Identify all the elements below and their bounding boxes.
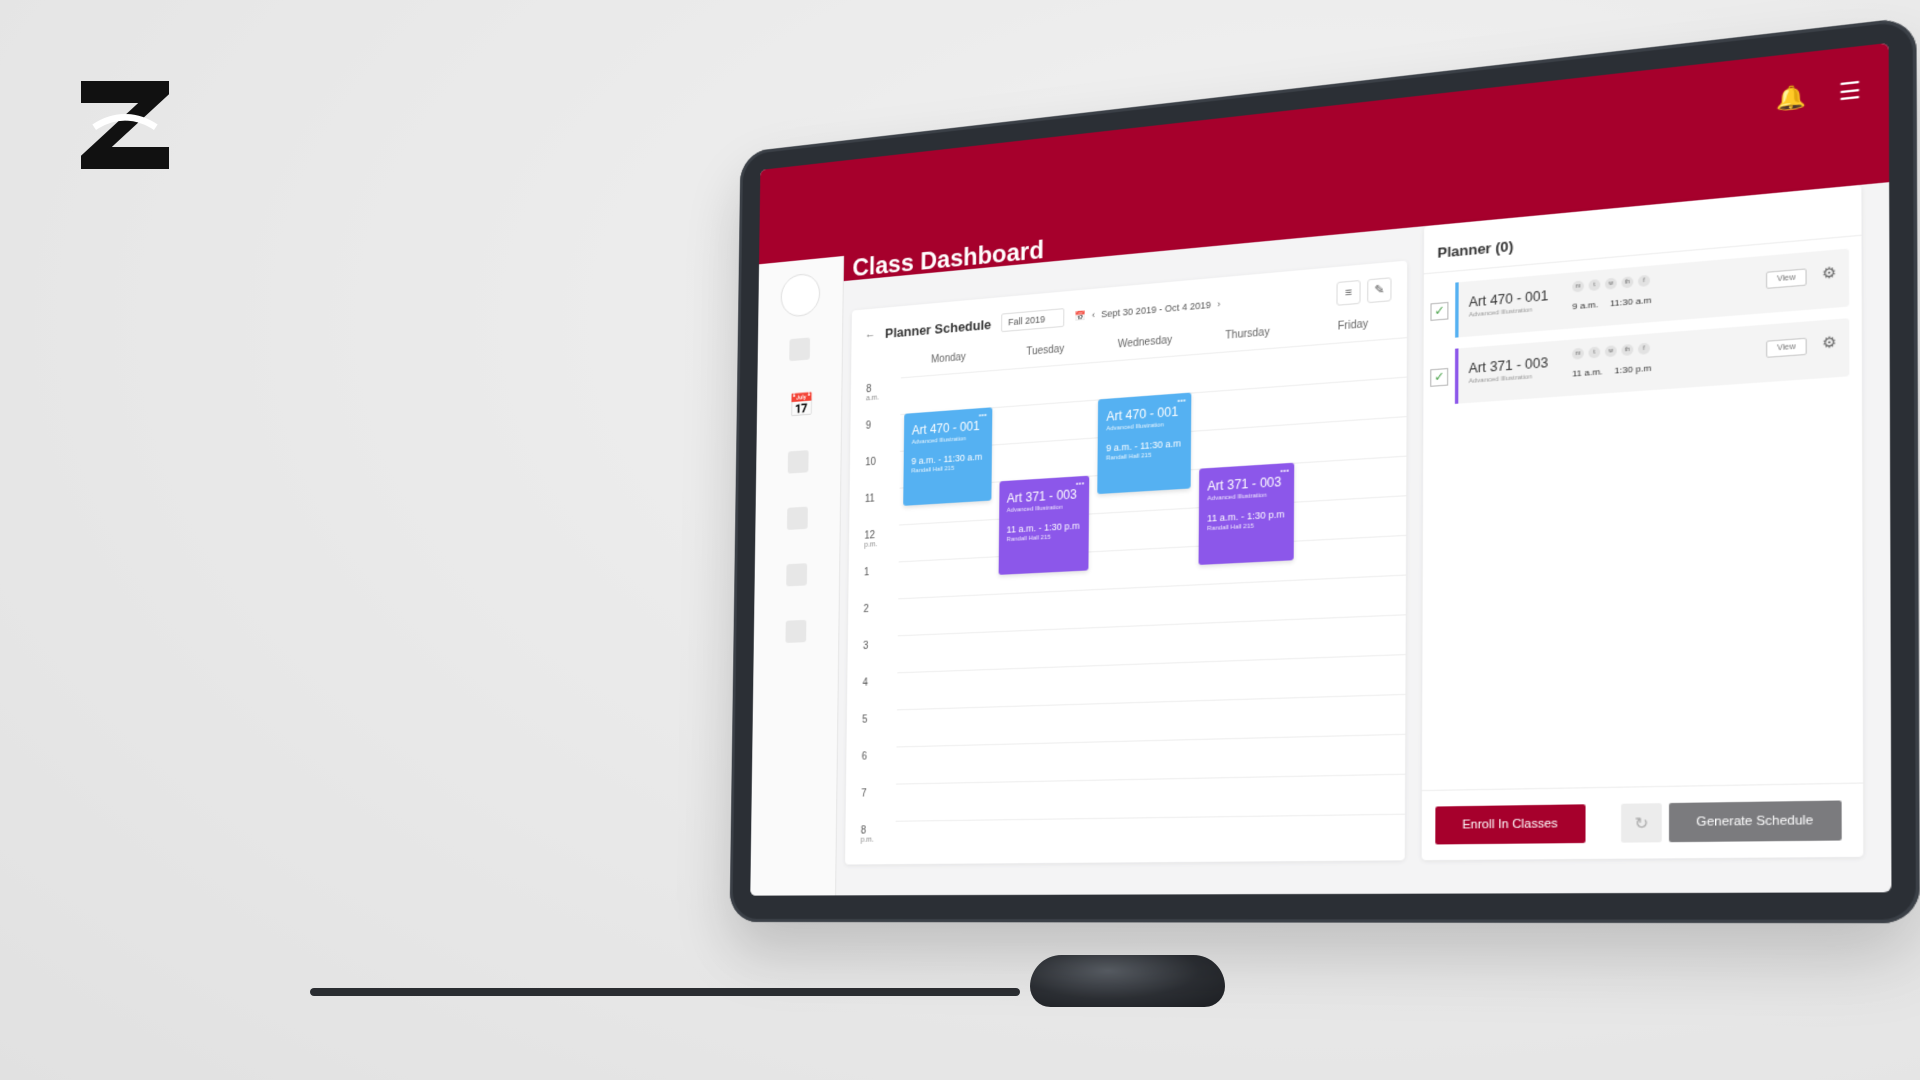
app-screen: 🔔 ☰ Class Dashboard 📅 ← Planner Schedule… <box>750 43 1891 896</box>
day-chip: f <box>1638 343 1650 355</box>
grid-line <box>897 694 1405 711</box>
event-code: Art 371 - 003 <box>1207 474 1286 494</box>
view-button[interactable]: View <box>1766 268 1807 289</box>
grid-line <box>897 734 1406 748</box>
prev-week-icon[interactable]: ‹ <box>1092 310 1095 321</box>
avatar[interactable] <box>781 272 821 318</box>
refresh-icon[interactable]: ↻ <box>1621 803 1662 843</box>
day-header-monday: Monday <box>901 349 997 368</box>
more-options-icon[interactable]: ••• <box>979 410 987 420</box>
date-range: 📅 ‹ Sept 30 2019 - Oct 4 2019 › <box>1074 298 1220 322</box>
planner-item-end: 1:30 p.m <box>1614 363 1651 376</box>
planner-list: ✓ Art 470 - 001 Advanced Illustration m t w th… <box>1423 247 1862 406</box>
menu-icon[interactable]: ☰ <box>1839 76 1862 107</box>
planner-schedule-card: ← Planner Schedule Fall 2019 📅 ‹ Sept 30… <box>845 261 1407 865</box>
class-event-card[interactable]: ••• Art 470 - 001 Advanced Illustration 9 a… <box>903 407 992 506</box>
hour-label: 7 <box>861 788 866 799</box>
sidebar-item-5[interactable] <box>786 563 807 586</box>
day-header-tuesday: Tuesday <box>996 341 1094 360</box>
class-event-card[interactable]: ••• Art 470 - 001 Advanced Illustration 9 a… <box>1097 393 1191 495</box>
grid-line <box>896 814 1405 822</box>
hour-column: 8 a.m. 9 10 11 12 p.m. 1 2 3 4 5 6 7 8 p.m. <box>845 378 897 865</box>
event-code: Art 371 - 003 <box>1007 487 1081 506</box>
monitor-stand-bar <box>310 988 1020 996</box>
grid-line <box>898 614 1406 636</box>
next-week-icon[interactable]: › <box>1217 299 1220 310</box>
day-chip: w <box>1605 345 1617 357</box>
planner-item-days: m t w th f <box>1572 343 1650 360</box>
planner-item-days: m t w th f <box>1572 275 1650 293</box>
planner-item-code: Art 371 - 003 <box>1469 355 1549 376</box>
day-header-wednesday: Wednesday <box>1095 333 1196 353</box>
edit-icon[interactable]: ✎ <box>1367 277 1391 303</box>
planner-item-color-bar <box>1455 348 1459 403</box>
event-room: Randall Hall 215 <box>1006 533 1080 543</box>
monitor-stand-base <box>1030 955 1225 1007</box>
planner-item-code: Art 470 - 001 <box>1469 288 1549 310</box>
sidebar-item-4[interactable] <box>787 507 808 530</box>
hour-label: 2 <box>863 604 868 615</box>
generate-schedule-button[interactable]: Generate Schedule <box>1669 800 1842 842</box>
planner-item-end: 11:30 a.m <box>1610 295 1651 309</box>
planner-item-times: 9 a.m. 11:30 a.m <box>1572 295 1651 312</box>
enroll-button[interactable]: Enroll In Classes <box>1435 804 1585 844</box>
day-chip: th <box>1621 344 1633 356</box>
list-view-icon[interactable]: ≡ <box>1336 280 1360 306</box>
hour-label: 11 <box>865 493 875 505</box>
sidebar-item-3[interactable] <box>788 450 809 474</box>
more-options-icon[interactable]: ••• <box>1280 465 1289 475</box>
day-chip: m <box>1572 280 1584 292</box>
sidebar-item-home[interactable] <box>789 337 810 361</box>
date-range-text: Sept 30 2019 - Oct 4 2019 <box>1101 299 1211 319</box>
planner-item-color-bar <box>1455 282 1459 337</box>
view-button[interactable]: View <box>1766 338 1807 358</box>
hour-label: 12 p.m. <box>864 530 877 549</box>
grid-line <box>897 654 1405 673</box>
calendar-small-icon[interactable]: 📅 <box>1074 310 1085 322</box>
more-options-icon[interactable]: ••• <box>1076 478 1085 488</box>
hour-label: 3 <box>863 641 868 652</box>
planner-item-checkbox[interactable]: ✓ <box>1430 368 1448 387</box>
hour-label: 1 <box>864 567 869 578</box>
planner-item-start: 11 a.m. <box>1572 367 1603 379</box>
planner-item-checkbox[interactable]: ✓ <box>1430 302 1448 321</box>
class-event-card[interactable]: ••• Art 371 - 003 Advanced Illustration 11 … <box>1198 463 1294 565</box>
hour-label: 4 <box>863 677 868 688</box>
planner-item-start: 9 a.m. <box>1572 299 1598 311</box>
calendar-icon[interactable]: 📅 <box>788 394 809 418</box>
day-chip: m <box>1572 348 1584 360</box>
hour-label: 5 <box>862 714 867 725</box>
day-header-friday: Friday <box>1300 315 1407 336</box>
term-select[interactable]: Fall 2019 <box>1001 308 1064 332</box>
more-options-icon[interactable]: ••• <box>1177 395 1186 405</box>
sidebar-item-6[interactable] <box>785 620 806 643</box>
schedule-grid: ••• Art 470 - 001 Advanced Illustration 9 a… <box>895 337 1407 864</box>
class-event-card[interactable]: ••• Art 371 - 003 Advanced Illustration 11 … <box>998 476 1089 575</box>
event-room: Randall Hall 215 <box>1207 522 1286 533</box>
planner-item-times: 11 a.m. 1:30 p.m <box>1572 363 1651 379</box>
day-chip: t <box>1588 346 1600 358</box>
hour-label: 10 <box>865 457 876 469</box>
planner-panel: Planner (0) ✓ Art 470 - 001 Advanced Illus… <box>1422 185 1864 860</box>
bell-icon[interactable]: 🔔 <box>1776 82 1807 114</box>
schedule-label: Planner Schedule <box>885 316 991 341</box>
day-chip: t <box>1589 279 1601 291</box>
gear-icon[interactable]: ⚙ <box>1822 263 1837 283</box>
hour-label: 8 a.m. <box>866 383 879 402</box>
grid-line <box>899 535 1406 563</box>
planner-footer: Enroll In Classes ↻ Generate Schedule <box>1422 782 1864 860</box>
sidebar: 📅 <box>750 256 844 896</box>
grid-line <box>898 575 1406 600</box>
back-arrow-icon[interactable]: ← <box>865 328 876 341</box>
day-header-thursday: Thursday <box>1196 324 1300 344</box>
hour-label: 9 <box>866 420 871 432</box>
day-chip: f <box>1638 275 1650 287</box>
day-chip: th <box>1622 276 1634 288</box>
grid-line <box>896 774 1405 785</box>
monitor: 🔔 ☰ Class Dashboard 📅 ← Planner Schedule… <box>730 16 1920 923</box>
hour-label: 8 p.m. <box>861 825 874 844</box>
hour-label: 6 <box>862 751 867 762</box>
day-chip: w <box>1605 278 1617 290</box>
gear-icon[interactable]: ⚙ <box>1822 333 1837 353</box>
